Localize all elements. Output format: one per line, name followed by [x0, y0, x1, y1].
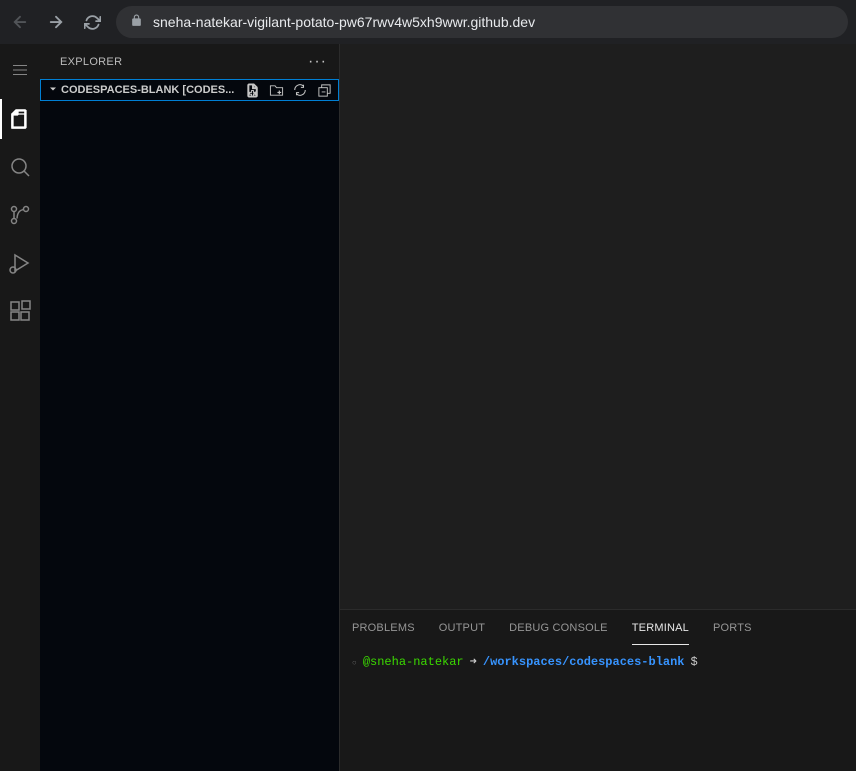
tab-problems[interactable]: PROBLEMS: [352, 618, 415, 638]
tab-terminal[interactable]: TERMINAL: [632, 618, 689, 638]
activity-bar: [0, 44, 40, 771]
lock-icon: [130, 14, 143, 30]
sidebar-title: EXPLORER: [60, 56, 122, 68]
browser-bar: sneha-natekar-vigilant-potato-pw67rwv4w5…: [0, 0, 856, 44]
tab-ports[interactable]: PORTS: [713, 618, 752, 638]
terminal-user: @sneha-natekar: [363, 653, 464, 671]
folder-header[interactable]: CODESPACES-BLANK [CODES...: [40, 79, 339, 101]
url-text: sneha-natekar-vigilant-potato-pw67rwv4w5…: [153, 14, 535, 30]
source-control-tab[interactable]: [0, 195, 40, 235]
editor-main[interactable]: [340, 44, 856, 609]
refresh-icon[interactable]: [292, 82, 308, 98]
terminal-content[interactable]: ○ @sneha-natekar ➜ /workspaces/codespace…: [340, 645, 856, 771]
editor-area: PROBLEMS OUTPUT DEBUG CONSOLE TERMINAL P…: [340, 44, 856, 771]
collapse-all-icon[interactable]: [316, 82, 332, 98]
terminal-line: ○ @sneha-natekar ➜ /workspaces/codespace…: [352, 653, 844, 671]
run-debug-tab[interactable]: [0, 243, 40, 283]
extensions-tab[interactable]: [0, 291, 40, 331]
new-folder-icon[interactable]: [268, 82, 284, 98]
url-bar[interactable]: sneha-natekar-vigilant-potato-pw67rwv4w5…: [116, 6, 848, 38]
panel-tabs: PROBLEMS OUTPUT DEBUG CONSOLE TERMINAL P…: [340, 610, 856, 645]
terminal-path: /workspaces/codespaces-blank: [483, 653, 685, 671]
codespace-indicator-icon: ○: [352, 658, 357, 670]
terminal-prompt: $: [691, 653, 698, 671]
sidebar: EXPLORER ··· CODESPACES-BLANK [CODES...: [40, 44, 340, 771]
tab-debug-console[interactable]: DEBUG CONSOLE: [509, 618, 608, 638]
folder-label: CODESPACES-BLANK [CODES...: [61, 84, 242, 96]
sidebar-header: EXPLORER ···: [40, 44, 339, 79]
search-tab[interactable]: [0, 147, 40, 187]
panel: PROBLEMS OUTPUT DEBUG CONSOLE TERMINAL P…: [340, 609, 856, 771]
reload-button[interactable]: [80, 10, 104, 34]
menu-button[interactable]: [0, 52, 40, 87]
explorer-tab[interactable]: [0, 99, 40, 139]
chevron-down-icon: [47, 83, 59, 98]
sidebar-more-actions[interactable]: ···: [308, 53, 327, 71]
tab-output[interactable]: OUTPUT: [439, 618, 485, 638]
new-file-icon[interactable]: [244, 82, 260, 98]
app-container: EXPLORER ··· CODESPACES-BLANK [CODES...: [0, 44, 856, 771]
folder-actions: [244, 82, 332, 98]
back-button[interactable]: [8, 10, 32, 34]
terminal-arrow: ➜: [470, 653, 477, 671]
forward-button[interactable]: [44, 10, 68, 34]
explorer-section: CODESPACES-BLANK [CODES...: [40, 79, 339, 771]
